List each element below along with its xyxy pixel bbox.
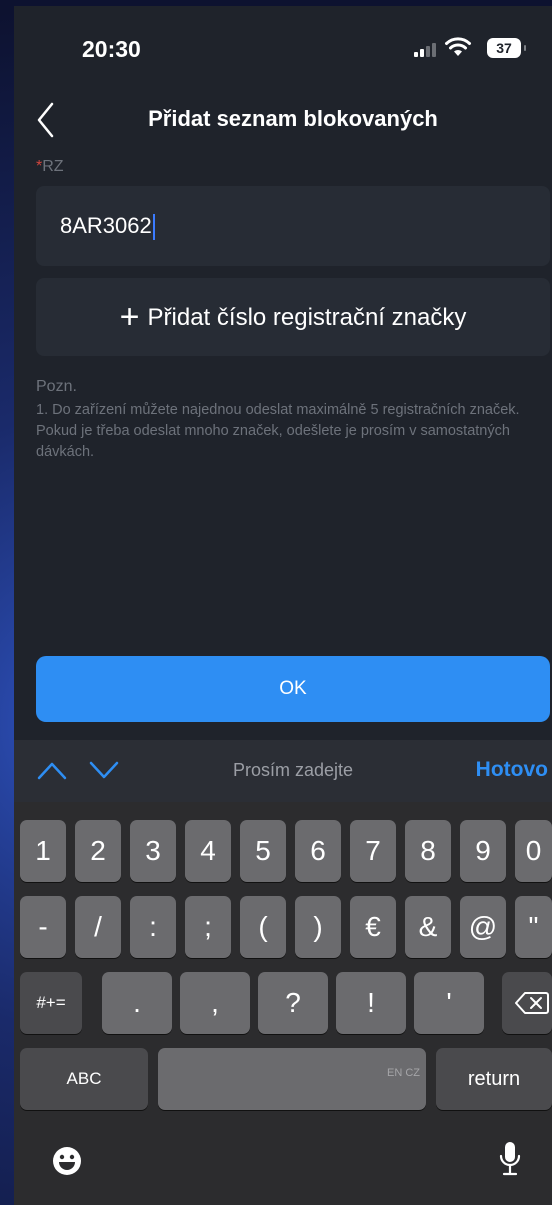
status-bar: 20:30 37 xyxy=(14,6,552,86)
plate-label-text: RZ xyxy=(42,158,64,175)
app-screen: 20:30 37 Přidat seznam blokovaných *RZ 8… xyxy=(14,6,552,1205)
key-apostrophe[interactable]: ' xyxy=(414,972,484,1034)
microphone-icon[interactable] xyxy=(498,1140,522,1178)
key-7[interactable]: 7 xyxy=(350,820,396,882)
note-body: 1. Do zařízení můžete najednou odeslat m… xyxy=(36,402,520,460)
backspace-icon xyxy=(515,992,549,1014)
wifi-icon xyxy=(445,37,471,56)
key-period[interactable]: . xyxy=(102,972,172,1034)
key-3[interactable]: 3 xyxy=(130,820,176,882)
key-ampersand[interactable]: & xyxy=(405,896,451,958)
key-symbols[interactable]: #+= xyxy=(20,972,82,1034)
key-6[interactable]: 6 xyxy=(295,820,341,882)
key-4[interactable]: 4 xyxy=(185,820,231,882)
cellular-signal-icon xyxy=(414,43,436,57)
keyboard-toolbar: Prosím zadejte Hotovo xyxy=(14,740,552,802)
key-open-paren[interactable]: ( xyxy=(240,896,286,958)
plus-icon: + xyxy=(119,298,140,336)
keyboard-hint: Prosím zadejte xyxy=(232,760,354,780)
key-0[interactable]: 0 xyxy=(515,820,552,882)
plate-number-input[interactable]: 8AR3062 xyxy=(36,186,550,266)
note-section: Pozn. 1. Do zařízení můžete najednou ode… xyxy=(36,378,546,463)
emoji-icon[interactable] xyxy=(52,1146,82,1176)
add-plate-label: Přidat číslo registrační značky xyxy=(147,304,467,331)
plate-field-label: *RZ xyxy=(36,158,64,176)
note-title: Pozn. xyxy=(36,378,77,395)
key-return[interactable]: return xyxy=(436,1048,552,1110)
nav-bar: Přidat seznam blokovaných xyxy=(14,90,552,144)
add-plate-button[interactable]: + Přidat číslo registrační značky xyxy=(36,278,550,356)
key-dash[interactable]: - xyxy=(20,896,66,958)
key-at[interactable]: @ xyxy=(460,896,506,958)
ok-button[interactable]: OK xyxy=(36,656,550,722)
keyboard: 1 2 3 4 5 6 7 8 9 0 - / : ; ( ) € & @ " … xyxy=(14,802,552,1205)
key-abc[interactable]: ABC xyxy=(20,1048,148,1110)
battery-icon: 37 xyxy=(487,38,526,58)
key-space[interactable]: EN CZ xyxy=(158,1048,426,1110)
key-5[interactable]: 5 xyxy=(240,820,286,882)
key-close-paren[interactable]: ) xyxy=(295,896,341,958)
key-2[interactable]: 2 xyxy=(75,820,121,882)
keyboard-language-label: EN CZ xyxy=(387,1067,420,1079)
key-semicolon[interactable]: ; xyxy=(185,896,231,958)
done-button[interactable]: Hotovo xyxy=(476,758,548,782)
backspace-key[interactable] xyxy=(502,972,552,1034)
plate-number-value: 8AR3062 xyxy=(60,213,152,238)
key-exclamation[interactable]: ! xyxy=(336,972,406,1034)
text-caret xyxy=(152,214,155,241)
key-colon[interactable]: : xyxy=(130,896,176,958)
key-quote[interactable]: " xyxy=(515,896,552,958)
key-comma[interactable]: , xyxy=(180,972,250,1034)
key-euro[interactable]: € xyxy=(350,896,396,958)
key-8[interactable]: 8 xyxy=(405,820,451,882)
page-title: Přidat seznam blokovaných xyxy=(148,106,438,131)
key-9[interactable]: 9 xyxy=(460,820,506,882)
key-1[interactable]: 1 xyxy=(20,820,66,882)
key-question[interactable]: ? xyxy=(258,972,328,1034)
key-slash[interactable]: / xyxy=(75,896,121,958)
status-time: 20:30 xyxy=(82,36,141,62)
